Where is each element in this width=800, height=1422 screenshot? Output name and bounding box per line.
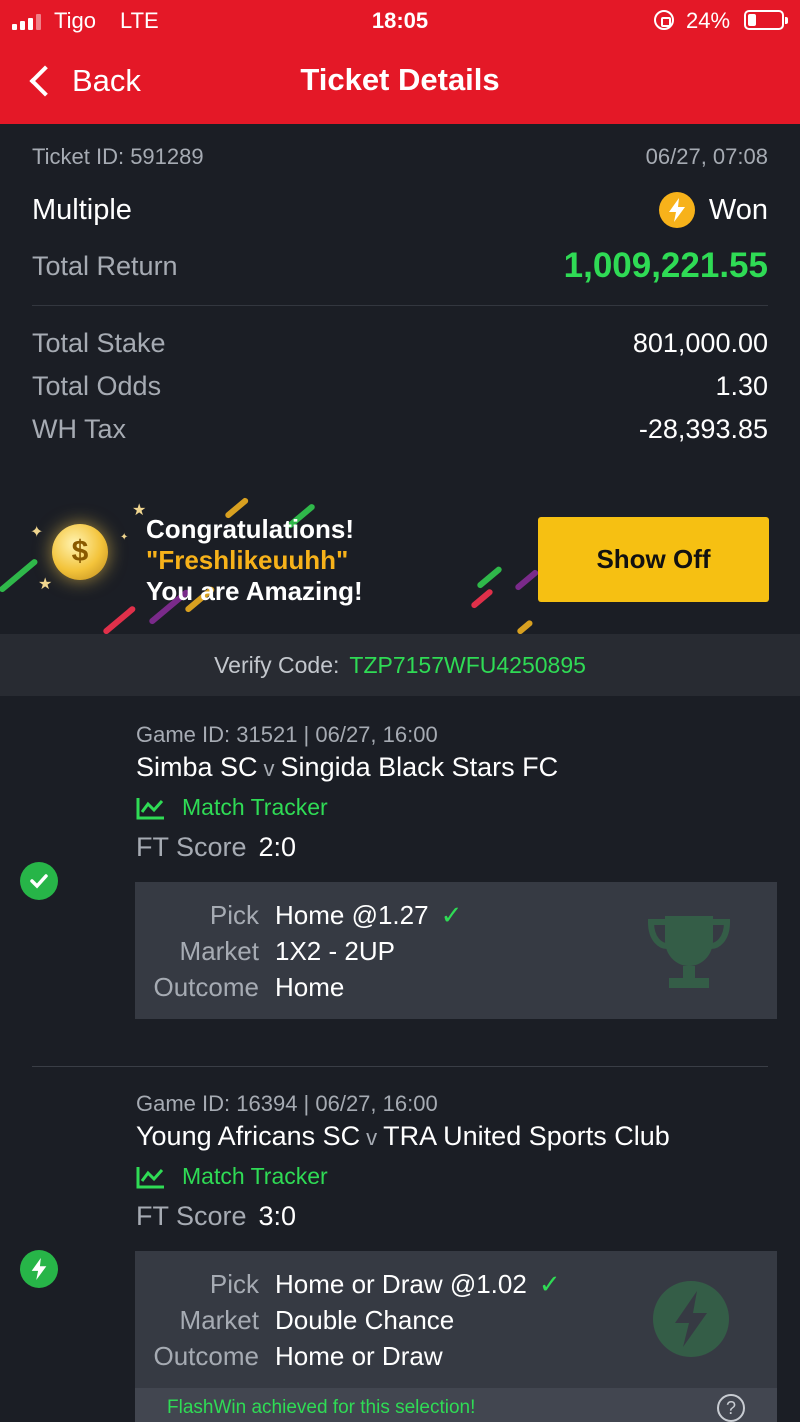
- check-icon: [20, 862, 58, 900]
- result-label: Won: [708, 193, 768, 226]
- rotation-lock-icon: [654, 10, 674, 30]
- status-time: 18:05: [371, 8, 429, 33]
- verify-code-bar: Verify Code: TZP7157WFU4250895: [0, 634, 800, 696]
- ft-score-label: FT Score: [136, 1201, 247, 1231]
- coin-icon: $: [52, 524, 108, 580]
- pick-details: Pick Home @1.27 ✓ Market 1X2 - 2UP Outco…: [135, 882, 777, 1019]
- pick-value: Home @1.27: [275, 900, 429, 930]
- flashwin-bar: FlashWin achieved for this selection! ?: [135, 1388, 777, 1422]
- pick-check-icon: ✓: [440, 900, 463, 930]
- ft-score-label: FT Score: [136, 832, 247, 862]
- outcome-value: Home: [275, 972, 345, 1002]
- trophy-icon: [647, 916, 731, 988]
- total-stake-label: Total Stake: [32, 328, 166, 358]
- flashwin-message: FlashWin achieved for this selection!: [167, 1397, 476, 1418]
- market-label: Market: [179, 936, 259, 966]
- game-id: Game ID: 31521 | 06/27, 16:00: [136, 722, 438, 747]
- battery-icon: [744, 10, 788, 30]
- ticket-id: Ticket ID: 591289: [32, 144, 204, 169]
- home-team: Simba SC: [136, 752, 258, 782]
- total-odds-label: Total Odds: [32, 371, 162, 401]
- match-tracker-label: Match Tracker: [182, 794, 328, 820]
- outcome-label: Outcome: [153, 972, 260, 1002]
- home-team: Young Africans SC: [136, 1121, 361, 1151]
- lightning-icon: [20, 1250, 58, 1288]
- pick-value: Home or Draw @1.02: [275, 1269, 527, 1299]
- line-chart-icon: [136, 797, 164, 819]
- ticket-datetime: 06/27, 07:08: [645, 144, 768, 169]
- ticket-result: Won: [658, 192, 768, 228]
- versus-label: v: [366, 1125, 378, 1150]
- match-teams: Young Africans SC v TRA United Sports Club: [136, 1121, 670, 1152]
- match-tracker-link[interactable]: Match Tracker: [136, 794, 328, 821]
- battery-percent: 24%: [686, 8, 731, 33]
- lightning-icon: [658, 192, 695, 228]
- outcome-label: Outcome: [153, 1341, 260, 1371]
- status-bar: Tigo LTE 18:05 24%: [0, 0, 800, 42]
- away-team: TRA United Sports Club: [383, 1121, 670, 1151]
- match-teams: Simba SC v Singida Black Stars FC: [136, 752, 558, 783]
- congrats-username: "Freshlikeuuhh": [146, 545, 349, 575]
- verify-code[interactable]: TZP7157WFU4250895: [349, 652, 586, 679]
- ft-score-value: 3:0: [258, 1201, 297, 1231]
- line-chart-icon: [136, 1166, 164, 1188]
- market-value: Double Chance: [275, 1305, 455, 1335]
- pick-label: Pick: [209, 1269, 259, 1299]
- market-label: Market: [179, 1305, 259, 1335]
- match-tracker-label: Match Tracker: [182, 1163, 328, 1189]
- game-id: Game ID: 16394 | 06/27, 16:00: [136, 1091, 438, 1116]
- versus-label: v: [263, 756, 275, 781]
- pick-details: Pick Home or Draw @1.02 ✓ Market Double …: [135, 1251, 777, 1422]
- ticket-type: Multiple: [32, 193, 132, 226]
- help-icon[interactable]: ?: [717, 1394, 745, 1422]
- pick-label: Pick: [209, 900, 259, 930]
- divider: [32, 1066, 768, 1067]
- congrats-banner: ✦ ★ ★ ✦ $ Congratulations! "Freshlikeuuh…: [0, 488, 800, 634]
- divider: [32, 305, 768, 306]
- verify-label: Verify Code:: [214, 651, 340, 678]
- wh-tax-label: WH Tax: [32, 414, 127, 444]
- total-return-label: Total Return: [32, 250, 178, 281]
- total-stake-value: 801,000.00: [632, 328, 768, 358]
- market-value: 1X2 - 2UP: [275, 936, 395, 966]
- ft-score-value: 2:0: [258, 832, 297, 862]
- show-off-button[interactable]: Show Off: [538, 517, 769, 602]
- selection-item: Game ID: 31521 | 06/27, 16:00 Simba SC v S…: [0, 718, 800, 1038]
- outcome-value: Home or Draw: [275, 1341, 443, 1371]
- match-tracker-link[interactable]: Match Tracker: [136, 1163, 328, 1190]
- congrats-message: Congratulations! "Freshlikeuuhh" You are…: [146, 514, 363, 607]
- selection-item: Game ID: 16394 | 06/27, 16:00 Young Afri…: [0, 1087, 800, 1422]
- congrats-line-1: Congratulations!: [146, 514, 354, 544]
- app-header: Tigo LTE 18:05 24% Back Ticket Details: [0, 0, 800, 124]
- ft-score: FT Score 2:0: [136, 832, 296, 863]
- away-team: Singida Black Stars FC: [280, 752, 559, 782]
- wh-tax-value: -28,393.85: [638, 414, 768, 444]
- flashwin-watermark-icon: [653, 1281, 729, 1357]
- congrats-line-3: You are Amazing!: [146, 576, 363, 606]
- ft-score: FT Score 3:0: [136, 1201, 296, 1232]
- page-title: Ticket Details: [300, 62, 500, 97]
- pick-check-icon: ✓: [538, 1269, 561, 1299]
- total-return-value: 1,009,221.55: [563, 246, 768, 285]
- total-odds-value: 1.30: [715, 371, 768, 401]
